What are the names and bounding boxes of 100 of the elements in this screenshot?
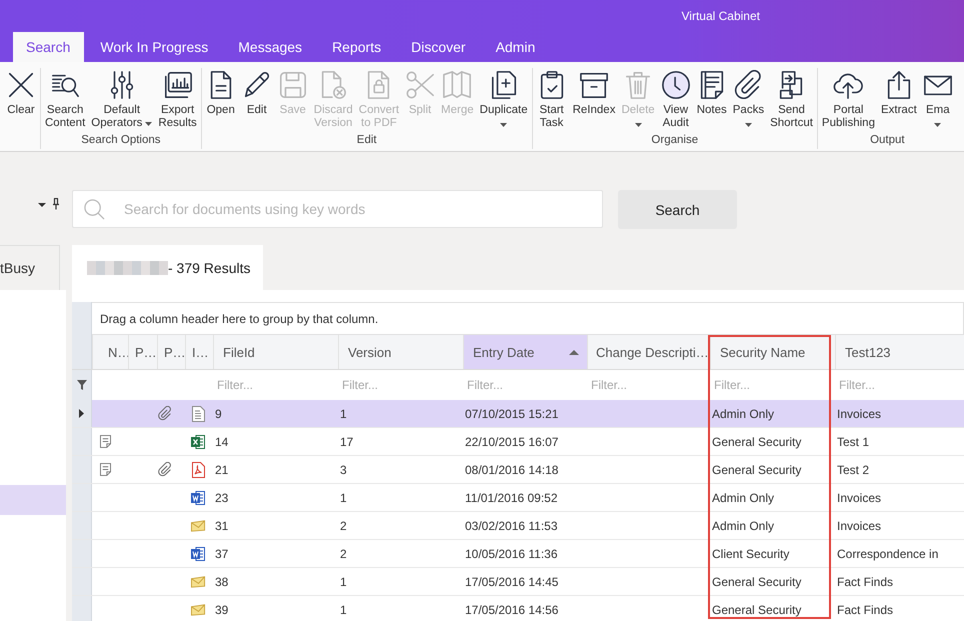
menu-tab[interactable]: Work In Progress bbox=[87, 32, 222, 62]
table-row[interactable]: 14 17 22/10/2015 16:07 General Security Test 1 bbox=[72, 428, 964, 456]
panel-tab[interactable]: tBusy bbox=[0, 245, 60, 290]
pin-icon[interactable] bbox=[52, 198, 60, 210]
table-cell-text: 17/05/2016 14:56 bbox=[464, 602, 560, 618]
clock-icon bbox=[660, 70, 691, 100]
table-cell-text: 1 bbox=[339, 574, 348, 590]
table-cell-text: 21 bbox=[214, 462, 230, 478]
column-header[interactable]: Security Name bbox=[710, 335, 835, 369]
group-label: Organise bbox=[650, 134, 700, 148]
sort-ascending-icon bbox=[569, 350, 579, 354]
ribbon-button[interactable]: Extract bbox=[878, 68, 920, 117]
table-row[interactable]: 37 2 10/05/2016 11:36 Client Security Correspondence in bbox=[72, 540, 964, 568]
filter-field[interactable]: Filter... bbox=[463, 378, 587, 392]
row-header-cell bbox=[72, 540, 92, 567]
table-cell-text: 2 bbox=[339, 518, 348, 534]
table-row[interactable]: 9 1 07/10/2015 15:21 Admin Only Invoices bbox=[72, 400, 964, 428]
table-cell-text: General Security bbox=[711, 574, 802, 590]
results-tab[interactable]: - 379 Results bbox=[72, 245, 263, 290]
ribbon-button[interactable]: ReIndex bbox=[570, 68, 618, 117]
row-header-cell bbox=[72, 456, 92, 483]
ribbon-button[interactable]: Clear bbox=[3, 68, 39, 117]
column-header[interactable]: P… bbox=[128, 335, 157, 369]
table-cell-text: Admin Only bbox=[711, 406, 776, 422]
table-cell-text: Client Security bbox=[711, 546, 790, 562]
ribbon-button[interactable]: Send Shortcut bbox=[767, 68, 816, 130]
search-field[interactable]: Search for documents using key words bbox=[72, 190, 603, 228]
table-cell-text: Invoices bbox=[836, 490, 882, 506]
table-cell-text: 39 bbox=[214, 602, 230, 618]
ribbon-button[interactable]: Packs bbox=[730, 68, 768, 130]
ribbon-button[interactable]: Ema bbox=[920, 68, 956, 130]
column-header[interactable]: Entry Date bbox=[463, 335, 587, 369]
ribbon-button[interactable]: Export Results bbox=[155, 68, 200, 130]
table-cell-text: Admin Only bbox=[711, 490, 776, 506]
table-cell-text: Invoices bbox=[836, 518, 882, 534]
table-cell-text: 23 bbox=[214, 490, 230, 506]
ribbon-button[interactable]: Portal Publishing bbox=[818, 68, 878, 130]
search-icon bbox=[84, 199, 105, 220]
ribbon-button[interactable]: Default Operators bbox=[88, 68, 156, 130]
column-header[interactable]: FileId bbox=[213, 335, 338, 369]
table-cell-text: General Security bbox=[711, 462, 802, 478]
filter-icon[interactable] bbox=[76, 380, 86, 390]
column-header[interactable]: I… bbox=[185, 335, 213, 369]
group-label: Search Options bbox=[80, 134, 162, 148]
row-header-cell bbox=[72, 596, 92, 621]
table-cell-text: 10/05/2016 11:36 bbox=[464, 546, 559, 562]
scissors-icon bbox=[405, 70, 436, 100]
menu-tab[interactable]: Discover bbox=[398, 32, 480, 62]
window-title: Virtual Cabinet bbox=[682, 9, 760, 23]
table-row[interactable]: 23 1 11/01/2016 09:52 Admin Only Invoices bbox=[72, 484, 964, 512]
ribbon-button[interactable]: Start Task bbox=[534, 68, 570, 130]
column-header[interactable]: P… bbox=[157, 335, 185, 369]
filter-field[interactable]: Filter... bbox=[710, 378, 835, 392]
paperclip-icon bbox=[733, 70, 764, 100]
filter-field[interactable]: Filter... bbox=[587, 378, 710, 392]
table-cell-text: 14 bbox=[214, 434, 230, 450]
menu-tab[interactable]: Search bbox=[13, 32, 84, 62]
chart-icon bbox=[162, 70, 193, 100]
table-cell-text: Fact Finds bbox=[836, 574, 894, 590]
ribbon-button[interactable]: Notes bbox=[694, 68, 730, 117]
table-cell-text: Admin Only bbox=[711, 518, 776, 534]
ribbon-button[interactable]: Open bbox=[202, 68, 239, 117]
filter-field[interactable]: Filter... bbox=[213, 378, 338, 392]
column-header[interactable]: Test123 bbox=[835, 335, 964, 369]
menu-tab[interactable]: Messages bbox=[225, 32, 316, 62]
table-cell-text: 1 bbox=[339, 406, 348, 422]
table-row[interactable]: 38 1 17/05/2016 14:45 General Security Fact Finds bbox=[72, 568, 964, 596]
table-cell-text: 22/10/2015 16:07 bbox=[464, 434, 560, 450]
column-header[interactable]: Change Descripti… bbox=[587, 335, 710, 369]
table-cell-text: 37 bbox=[214, 546, 230, 562]
table-cell-text: 11/01/2016 09:52 bbox=[464, 490, 559, 506]
table-cell-text: 31 bbox=[214, 518, 230, 534]
menu-tab[interactable]: Admin bbox=[482, 32, 550, 62]
filter-field[interactable]: Filter... bbox=[835, 378, 964, 392]
caret-icon[interactable] bbox=[38, 203, 46, 207]
table-cell-text: 38 bbox=[214, 574, 230, 590]
ribbon-button[interactable]: Duplicate bbox=[476, 68, 531, 130]
folded-map-icon bbox=[442, 70, 472, 100]
table-cell-text: General Security bbox=[711, 434, 802, 450]
column-header[interactable]: N… bbox=[92, 335, 128, 369]
table-cell-text: General Security bbox=[711, 602, 802, 618]
current-row-icon bbox=[79, 409, 84, 418]
table-cell-text: 03/02/2016 11:53 bbox=[464, 518, 559, 534]
table-cell-text: Test 1 bbox=[836, 434, 870, 450]
ribbon-button[interactable]: View Audit bbox=[658, 68, 694, 130]
close-icon bbox=[6, 70, 36, 100]
group-label: Output bbox=[869, 134, 906, 148]
search-button[interactable]: Search bbox=[618, 190, 737, 229]
group-panel: Drag a column header here to group by that column. bbox=[92, 302, 964, 335]
table-row[interactable]: 31 2 03/02/2016 11:53 Admin Only Invoices bbox=[72, 512, 964, 540]
group-label: Edit bbox=[356, 134, 378, 148]
ribbon-button[interactable]: Search Content bbox=[42, 68, 88, 130]
ribbon-button[interactable]: Edit bbox=[238, 68, 275, 117]
table-cell-text: Invoices bbox=[836, 406, 882, 422]
table-cell-text: 17/05/2016 14:45 bbox=[464, 574, 560, 590]
filter-field[interactable]: Filter... bbox=[338, 378, 463, 392]
menu-tab[interactable]: Reports bbox=[319, 32, 396, 62]
table-cell-text: 1 bbox=[339, 602, 348, 618]
table-row[interactable]: 21 3 08/01/2016 14:18 General Security Test 2 bbox=[72, 456, 964, 484]
row-header-cell bbox=[72, 568, 92, 595]
